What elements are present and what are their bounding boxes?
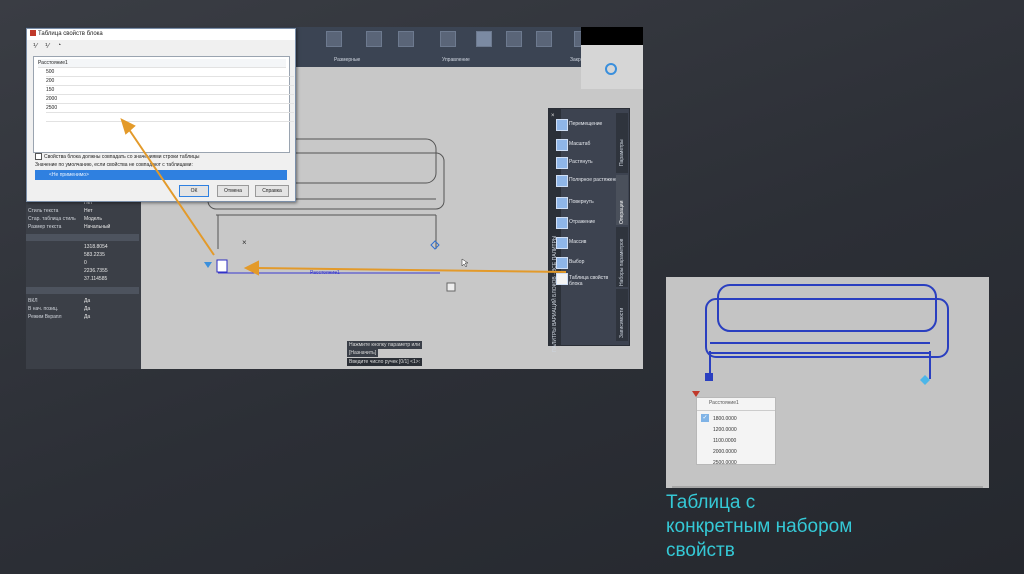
checkmark-icon: ✓ (701, 414, 709, 422)
dropdown-option[interactable]: 1100.0000 (713, 438, 736, 444)
grip-handle (705, 373, 713, 381)
caption-line: свойств (666, 540, 735, 561)
caption-line: конкретным набором (666, 516, 853, 537)
dropdown-option[interactable]: 1200.0000 (713, 427, 737, 433)
dropdown-option[interactable]: 2000.0000 (713, 449, 737, 455)
dropdown-header: Расстояние1 (709, 400, 739, 406)
dropdown-option[interactable]: 2500.0000 (713, 460, 737, 466)
slide-caption: Таблица с конкретным набором свойств (666, 491, 852, 563)
dropdown-option[interactable]: 1800.0000 (713, 416, 737, 422)
caption-line: Таблица с (666, 492, 756, 513)
stretch-grip-icon (920, 375, 930, 385)
lookup-dropdown[interactable]: Расстояние1 ✓ 1800.0000 1200.0000 1100.0… (696, 397, 776, 466)
example-screenshot: Расстояние1 ✓ 1800.0000 1200.0000 1100.0… (666, 277, 989, 488)
divider (697, 410, 775, 411)
